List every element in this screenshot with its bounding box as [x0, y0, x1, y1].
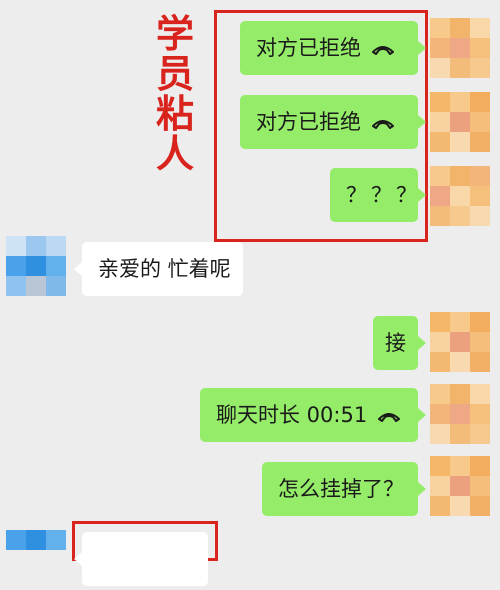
my-avatar[interactable] [430, 18, 490, 78]
my-avatar[interactable] [430, 384, 490, 444]
hangup-phone-icon [371, 96, 395, 150]
hangup-phone-icon [371, 22, 395, 76]
my-avatar[interactable] [430, 166, 490, 226]
message-bubble[interactable]: 对方已拒绝 [240, 95, 426, 150]
annotation-char: 员 [155, 51, 194, 96]
message-bubble-partial[interactable] [74, 532, 208, 586]
message-bubble[interactable]: 聊天时长 00:51 [200, 388, 426, 443]
message-bubble[interactable]: ？？？ [330, 168, 426, 222]
message-text: 聊天时长 00:51 [216, 403, 368, 427]
message-text: 接 [385, 331, 406, 355]
message-text: 亲爱的 忙着呢 [98, 257, 231, 281]
my-avatar[interactable] [430, 456, 490, 516]
my-avatar[interactable] [430, 92, 490, 152]
message-bubble[interactable]: 亲爱的 忙着呢 [74, 242, 243, 296]
chat-area: 学 员 粘 人 对方已拒绝 对方已拒绝 ？？？ 亲爱的 忙着呢 接 聊天时长 0… [0, 0, 500, 586]
message-bubble[interactable]: 接 [373, 316, 426, 370]
message-text: 对方已拒绝 [256, 110, 361, 134]
message-text: 怎么挂掉了？ [278, 477, 404, 501]
hangup-phone-icon [377, 389, 401, 443]
annotation-char: 粘 [155, 91, 194, 136]
message-bubble[interactable]: 对方已拒绝 [240, 21, 426, 76]
annotation-char: 学 [155, 11, 194, 56]
contact-avatar[interactable] [6, 530, 66, 590]
message-text: 对方已拒绝 [256, 36, 361, 60]
message-text: ？？？ [346, 183, 421, 207]
annotation-char: 人 [155, 131, 194, 176]
contact-avatar[interactable] [6, 236, 66, 296]
annotation-label: 学 员 粘 人 [153, 14, 197, 174]
message-bubble[interactable]: 怎么挂掉了？ [262, 462, 426, 516]
my-avatar[interactable] [430, 312, 490, 372]
